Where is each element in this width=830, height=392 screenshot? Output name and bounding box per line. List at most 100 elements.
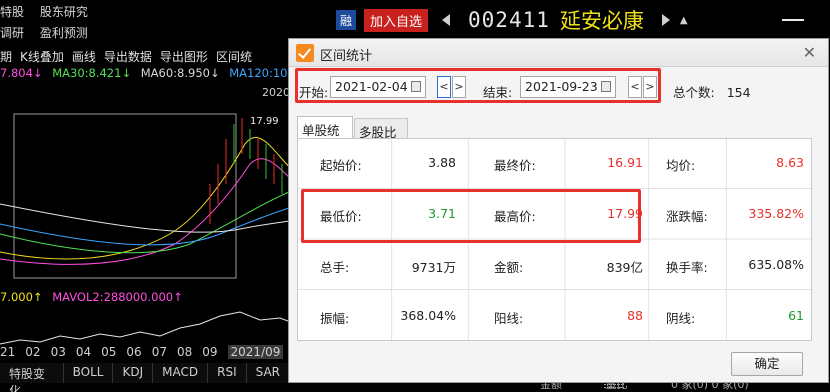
date-tick: 02 bbox=[25, 345, 41, 359]
close-icon[interactable]: ✕ bbox=[803, 43, 816, 62]
tab-multi-stock[interactable]: 多股比较 bbox=[354, 118, 408, 159]
menu-item[interactable]: 特股 bbox=[0, 5, 24, 19]
high-price-label: 17.99 bbox=[250, 116, 279, 127]
start-prev-button[interactable]: < bbox=[437, 76, 451, 98]
stat-value: 16.91 bbox=[607, 155, 643, 170]
menu-row-second: 调研 盈利预测 bbox=[0, 24, 100, 41]
date-tick: 03 bbox=[50, 345, 66, 359]
menu-icon[interactable] bbox=[782, 19, 804, 21]
date-tick: 07 bbox=[151, 345, 167, 359]
ma-value: MA30:8.421↓ bbox=[52, 66, 132, 80]
stat-label-text: 阳线: bbox=[494, 311, 524, 326]
chart-toolbar: 期 K线叠加 画线 导出数据 导出图形 区间统 bbox=[0, 47, 300, 65]
menu-row-top: 特股 股东研究 bbox=[0, 3, 100, 20]
stat-label-text: 均价: bbox=[666, 158, 696, 173]
tab-single-stock[interactable]: 单股统计 bbox=[297, 116, 353, 157]
volume-chart[interactable] bbox=[0, 306, 296, 346]
menu-item[interactable]: 盈利预测 bbox=[40, 26, 88, 40]
toolbar-draw-line[interactable]: 画线 bbox=[72, 48, 96, 65]
indicator-tab[interactable]: 特股变化 bbox=[0, 363, 64, 392]
menu-item[interactable]: 股东研究 bbox=[40, 5, 88, 19]
stat-value: 61 bbox=[788, 308, 804, 323]
ma-line bbox=[0, 205, 296, 246]
ma-line bbox=[0, 158, 296, 265]
calendar-icon[interactable] bbox=[411, 81, 421, 92]
checkmark-icon bbox=[296, 44, 314, 62]
start-date-input[interactable]: 2021-02-04 bbox=[330, 76, 426, 98]
start-label: 开始: bbox=[299, 85, 329, 100]
candlesticks bbox=[209, 118, 283, 224]
ma-line bbox=[0, 137, 296, 260]
dialog-title-bar[interactable]: 区间统计 ✕ bbox=[289, 39, 828, 67]
end-date-input[interactable]: 2021-09-23 bbox=[520, 76, 616, 98]
end-next-button[interactable]: > bbox=[643, 76, 657, 98]
moving-average-legend: 7.804↓ MA30:8.421↓ MA60:8.950↓ MA120:10.… bbox=[0, 66, 312, 80]
stat-value: 3.88 bbox=[428, 155, 456, 170]
stat-label-text: 金额: bbox=[494, 260, 524, 275]
calendar-icon[interactable] bbox=[601, 81, 611, 92]
stat-value: 368.04% bbox=[400, 308, 456, 323]
stat-label-text: 涨跌幅: bbox=[666, 209, 708, 224]
selection-frame bbox=[13, 113, 237, 279]
ma-line bbox=[0, 188, 296, 254]
end-prev-button[interactable]: < bbox=[628, 76, 642, 98]
indicator-tab[interactable]: RSI bbox=[208, 363, 247, 383]
stat-label-text: 起始价: bbox=[320, 158, 362, 173]
stat-value: 8.63 bbox=[776, 155, 804, 170]
stat-label-text: 换手率: bbox=[666, 260, 708, 275]
total-count-label: 总个数: bbox=[673, 85, 715, 100]
date-tick: 09 bbox=[202, 345, 218, 359]
toolbar-export-image[interactable]: 导出图形 bbox=[160, 48, 208, 65]
date-tick: 06 bbox=[126, 345, 142, 359]
end-label: 结束: bbox=[483, 85, 513, 100]
min-max-highlight bbox=[301, 189, 641, 243]
volume-value: MAVOL2:288000.000↑ bbox=[52, 290, 183, 304]
margin-trading-badge[interactable]: 融 bbox=[336, 10, 356, 30]
total-count: 总个数: 154 bbox=[673, 82, 751, 101]
indicator-tab[interactable]: MACD bbox=[153, 363, 209, 383]
stat-value: 839亿 bbox=[606, 260, 643, 275]
toolbar-kline-overlay[interactable]: K线叠加 bbox=[20, 48, 64, 65]
volume-legend: 7.000↑ MAVOL2:288000.000↑ bbox=[0, 290, 189, 304]
menu-item[interactable]: 调研 bbox=[0, 26, 24, 40]
indicator-tab[interactable]: BOLL bbox=[63, 363, 114, 383]
volume-value: 7.000↑ bbox=[0, 290, 43, 304]
indicator-tab[interactable]: KDJ bbox=[113, 363, 154, 383]
range-statistics-dialog: 区间统计 ✕ 开始: 2021-02-04 < > 结束: 2021-09-23… bbox=[288, 38, 829, 388]
year-label: 2020 bbox=[262, 86, 290, 99]
stat-value: 335.82% bbox=[748, 206, 804, 221]
date-tick: 21 bbox=[0, 345, 16, 359]
stat-value: 88 bbox=[627, 308, 643, 323]
dialog-title: 区间统计 bbox=[320, 49, 373, 64]
trading-terminal: 特股 股东研究 调研 盈利预测 融 加入自选 002411 延安必康 ▲ 期 K… bbox=[0, 0, 830, 392]
volume-ma-line bbox=[0, 311, 296, 345]
date-tick: 05 bbox=[101, 345, 117, 359]
toolbar-period[interactable]: 期 bbox=[0, 48, 12, 65]
total-count-value: 154 bbox=[726, 85, 751, 100]
kline-chart[interactable]: 2020 17.99 bbox=[0, 84, 296, 284]
ma-value: MA60:8.950↓ bbox=[140, 66, 220, 80]
stock-code: 002411 bbox=[468, 8, 550, 32]
date-axis: 21 02 03 04 05 06 07 08 09 2021/09 bbox=[0, 345, 293, 359]
current-date-tick: 2021/09 bbox=[227, 345, 284, 359]
stat-label-text: 最终价: bbox=[494, 158, 536, 173]
stat-label-text: 总手: bbox=[320, 260, 350, 275]
stock-header: 融 加入自选 002411 延安必康 ▲ bbox=[336, 6, 688, 34]
resize-grip-icon[interactable] bbox=[604, 384, 624, 388]
start-next-button[interactable]: > bbox=[452, 76, 466, 98]
next-stock-icon[interactable] bbox=[661, 14, 670, 26]
alert-icon[interactable]: ▲ bbox=[680, 15, 688, 26]
toolbar-range-stats[interactable]: 区间统 bbox=[216, 48, 252, 65]
toolbar-export-data[interactable]: 导出数据 bbox=[104, 48, 152, 65]
previous-stock-icon[interactable] bbox=[442, 14, 451, 26]
end-date-value: 2021-09-23 bbox=[525, 79, 598, 94]
date-tick: 08 bbox=[176, 345, 193, 359]
ma-value: 7.804↓ bbox=[0, 66, 43, 80]
add-to-watchlist-button[interactable]: 加入自选 bbox=[364, 8, 429, 32]
ok-button[interactable]: 确定 bbox=[731, 352, 803, 376]
stat-value: 9731万 bbox=[411, 260, 456, 275]
indicator-tabs: 特股变化 BOLL KDJ MACD RSI SAR bbox=[0, 363, 290, 392]
stat-label-text: 振幅: bbox=[320, 311, 350, 326]
stat-label-text: 阴线: bbox=[666, 311, 696, 326]
indicator-tab[interactable]: SAR bbox=[246, 363, 290, 383]
